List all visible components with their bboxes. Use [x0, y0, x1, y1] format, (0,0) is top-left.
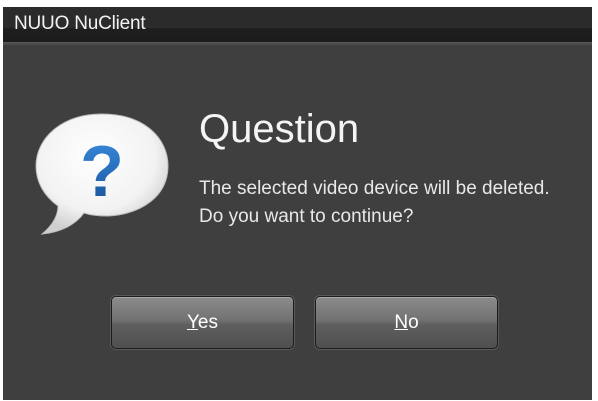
title-bar[interactable]: NUUO NuClient	[3, 7, 592, 43]
yes-label-rest: es	[197, 312, 218, 333]
dialog-message: The selected video device will be delete…	[199, 178, 550, 227]
window-title: NUUO NuClient	[14, 13, 146, 34]
yes-mnemonic: Y	[186, 312, 198, 333]
dialog-heading: Question	[199, 107, 360, 151]
svg-text:?: ?	[80, 132, 124, 212]
no-label-rest: o	[408, 312, 419, 333]
no-mnemonic: N	[394, 312, 409, 333]
yes-button[interactable]: Yes	[111, 296, 294, 349]
question-bubble-icon: ?	[35, 113, 169, 235]
no-button[interactable]: No	[315, 296, 498, 349]
title-divider	[3, 43, 592, 45]
question-dialog: NUUO NuClient ? Question The selected vi…	[3, 7, 592, 400]
